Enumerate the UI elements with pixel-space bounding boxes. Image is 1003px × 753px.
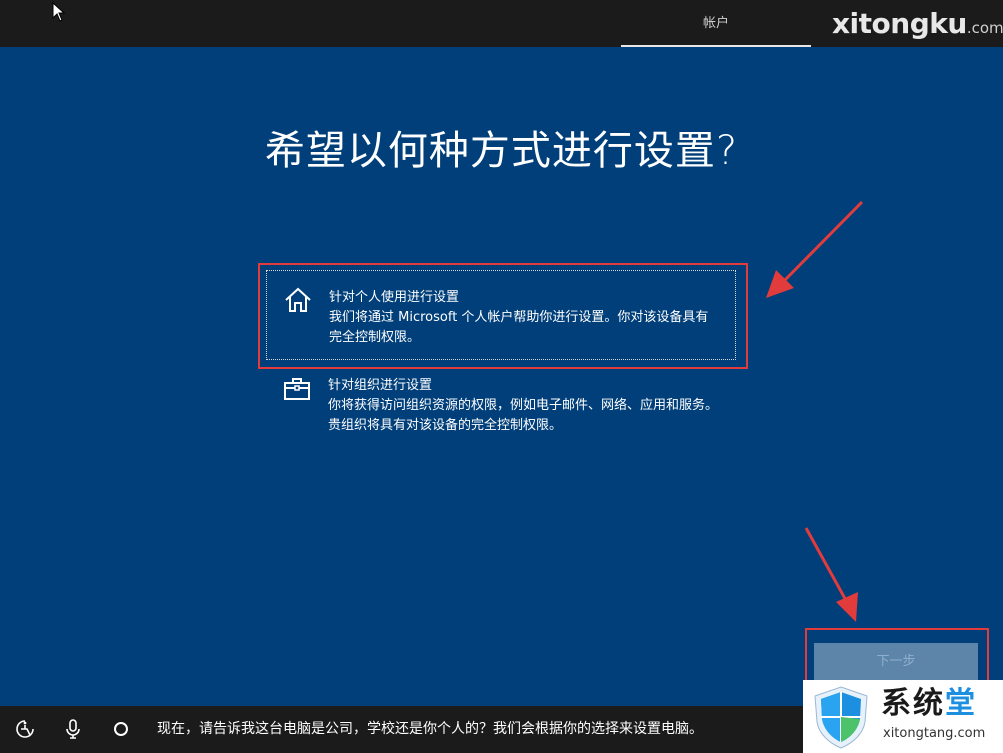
watermark-top-suffix: .com [966,19,1003,37]
shield-logo-icon [814,686,868,749]
watermark-brand-part2: 堂 [945,686,977,721]
page-title: 希望以何种方式进行设置? [264,128,739,174]
annotation-arrow-option [766,200,864,298]
oobe-screen: 帐户 xitongku.com 希望以何种方式进行设置? 针对个人使用进行设置 … [0,0,1003,753]
briefcase-icon [284,378,310,400]
assistant-prompt-text: 现在，请告诉我这台电脑是公司，学校还是你个人的？我们会根据你的选择来设置电脑。 [157,721,703,737]
option-organization-description: 你将获得访问组织资源的权限，例如电子邮件、网络、应用和服务。贵组织将具有对该设备… [328,398,719,433]
cortana-icon[interactable] [110,718,132,740]
accessibility-icon[interactable] [14,718,36,740]
microphone-icon[interactable] [62,718,84,740]
watermark-url-text: xitongtang.com [883,726,986,741]
tab-account[interactable]: 帐户 [621,0,811,47]
watermark-brand-part1: 系统 [881,686,945,721]
tab-active-indicator [621,45,811,47]
top-bar: 帐户 xitongku.com [0,0,1003,47]
annotation-arrow-next [804,527,858,622]
mouse-cursor-icon [52,2,66,22]
home-icon [285,287,311,312]
watermark-logo-bottom: 系统堂 xitongtang.com [803,680,1003,753]
watermark-logo-top: xitongku.com [832,6,1003,42]
watermark-top-main: xitongku [832,7,967,40]
option-organization-title: 针对组织进行设置 [328,378,433,393]
option-personal-title: 针对个人使用进行设置 [329,290,460,305]
tab-account-label: 帐户 [702,16,729,31]
option-personal-use[interactable]: 针对个人使用进行设置 我们将通过 Microsoft 个人帐户帮助你进行设置。你… [266,270,736,360]
option-personal-description: 我们将通过 Microsoft 个人帐户帮助你进行设置。你对该设备具有完全控制权… [329,310,709,345]
next-button[interactable]: 下一步 [814,643,978,681]
watermark-brand-text: 系统堂 [881,686,977,722]
option-organization[interactable]: 针对组织进行设置 你将获得访问组织资源的权限，例如电子邮件、网络、应用和服务。贵… [266,368,736,440]
